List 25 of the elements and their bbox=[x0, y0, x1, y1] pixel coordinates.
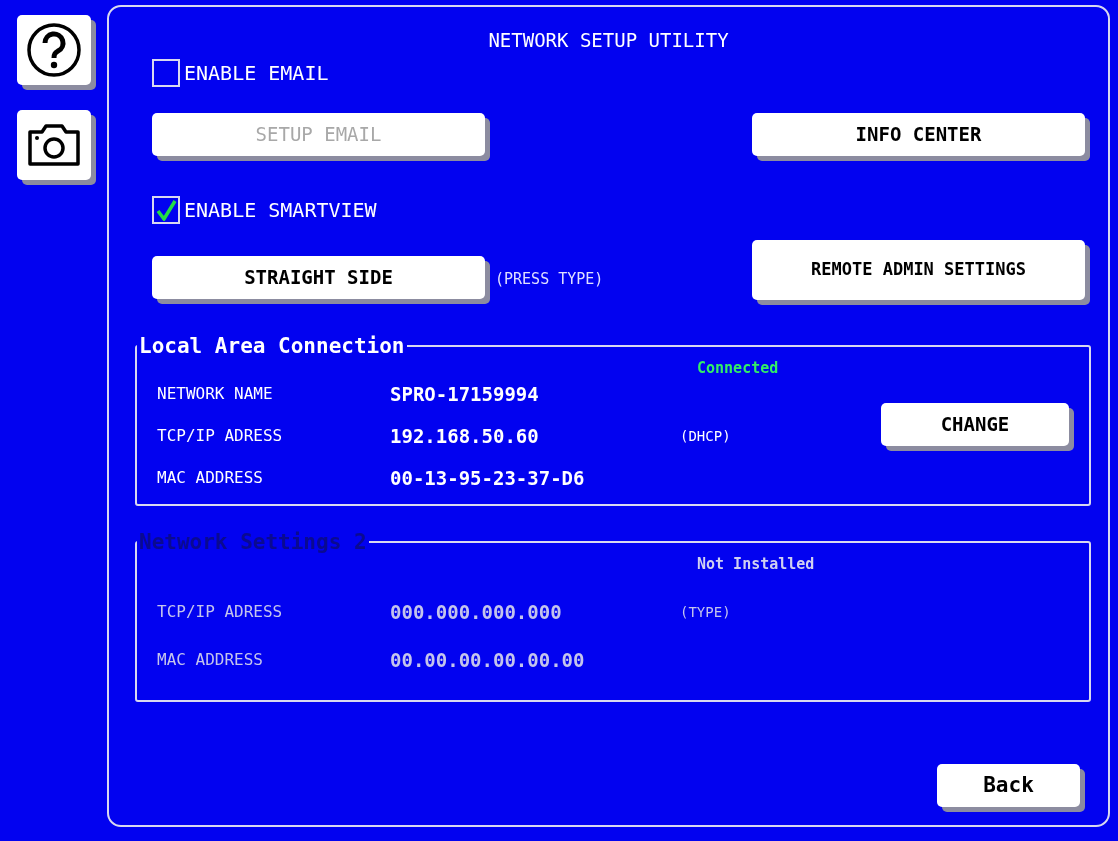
field-value: SPRO-17159994 bbox=[390, 382, 539, 405]
checkbox[interactable] bbox=[152, 196, 180, 224]
checkbox-label: ENABLE SMARTVIEW bbox=[184, 197, 377, 224]
section-title: Local Area Connection bbox=[138, 334, 406, 358]
field-value: 00-13-95-23-37-D6 bbox=[390, 466, 585, 489]
checkbox[interactable] bbox=[152, 59, 180, 87]
field-label: MAC ADDRESS bbox=[157, 468, 263, 487]
field-note: (TYPE) bbox=[680, 602, 731, 622]
field-label: NETWORK NAME bbox=[157, 384, 273, 403]
field-label: TCP/IP ADRESS bbox=[157, 602, 283, 621]
field-note: (DHCP) bbox=[680, 426, 731, 446]
checkmark-icon bbox=[155, 199, 177, 221]
connection-status: Not Installed bbox=[697, 555, 815, 573]
field-value: 00.00.00.00.00.00 bbox=[390, 648, 585, 671]
camera-icon bbox=[26, 122, 82, 168]
help-icon bbox=[26, 22, 82, 78]
press-type-note: (PRESS TYPE) bbox=[495, 269, 604, 290]
connection-status: Connected bbox=[697, 359, 779, 377]
screen-title: NETWORK SETUP UTILITY bbox=[488, 29, 729, 51]
field-label: TCP/IP ADRESS bbox=[157, 426, 283, 445]
section-title: Network Settings 2 bbox=[138, 530, 368, 554]
field-label: MAC ADDRESS bbox=[157, 650, 263, 669]
field-value: 192.168.50.60 bbox=[390, 424, 539, 447]
field-value: 000.000.000.000 bbox=[390, 600, 562, 623]
checkbox-label: ENABLE EMAIL bbox=[184, 60, 329, 87]
